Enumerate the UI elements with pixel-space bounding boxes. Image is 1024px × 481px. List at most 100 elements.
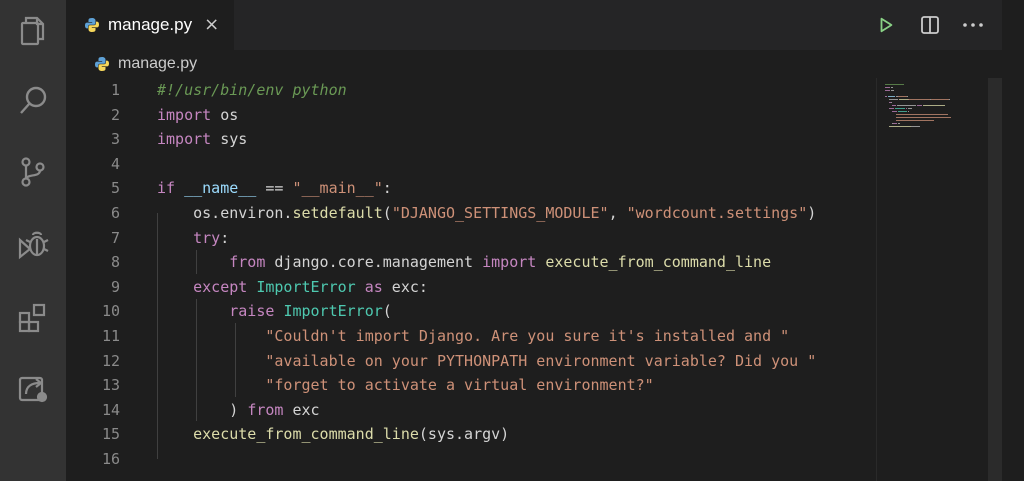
code-line[interactable]: 16 [66, 447, 876, 472]
minimap-token [895, 117, 951, 119]
line-number: 6 [110, 204, 120, 222]
code-text: from django.core.management import execu… [157, 250, 771, 275]
code-token: ) [807, 204, 817, 222]
code-token: ( [382, 204, 392, 222]
code-token: == [256, 179, 293, 198]
code-token: "forget to activate a virtual environmen… [265, 376, 654, 395]
files-icon[interactable] [14, 12, 52, 50]
minimap-token [922, 105, 946, 107]
minimap-token [897, 111, 908, 113]
minimap-token [896, 105, 917, 107]
code-line[interactable]: 14 ) from exc [66, 398, 876, 423]
code-line[interactable]: 4 [66, 152, 876, 177]
debug-icon[interactable] [14, 225, 52, 263]
code-token: "wordcount.settings" [626, 204, 808, 222]
code-token: import [157, 130, 212, 149]
code-line[interactable]: 8 from django.core.management import exe… [66, 250, 876, 275]
breadcrumb-file[interactable]: manage.py [118, 55, 197, 73]
minimap-token [892, 105, 896, 107]
code-token: os.environ. [157, 204, 293, 222]
more-actions-icon[interactable] [959, 11, 987, 39]
code-text: "Couldn't import Django. Are you sure it… [157, 324, 789, 349]
code-token: django.core.management [265, 253, 483, 272]
tab-manage-py[interactable]: manage.py × [66, 0, 234, 50]
code-token: exc: [382, 277, 428, 296]
minimap-token [891, 90, 894, 92]
extensions-icon[interactable] [14, 298, 52, 336]
code-token: as [364, 277, 383, 296]
code-line[interactable]: 11 "Couldn't import Django. Are you sure… [66, 324, 876, 349]
python-file-icon [95, 57, 109, 71]
line-number: 10 [101, 302, 120, 321]
code-token: raise [229, 302, 275, 321]
code-text: ) from exc [157, 398, 319, 423]
code-line[interactable]: 7 try: [66, 226, 876, 251]
code-line[interactable]: 5 if __name__ == "__main__": [66, 176, 876, 201]
code-token: execute_from_command_line [193, 425, 419, 444]
minimap-token [895, 120, 935, 122]
code-token: if [157, 179, 176, 198]
minimap-token [888, 126, 912, 128]
minimap-token [895, 114, 948, 116]
code-text: import os [157, 103, 238, 128]
code-token: from [247, 400, 284, 419]
minimap-token [885, 96, 887, 98]
code-line[interactable]: 10 raise ImportError( [66, 299, 876, 324]
split-editor-icon[interactable] [916, 11, 944, 39]
minimap-token [897, 96, 907, 98]
remote-explorer-icon[interactable] [14, 368, 52, 406]
minimap-token [930, 99, 949, 101]
code-line[interactable]: 9 except ImportError as exc: [66, 275, 876, 300]
line-number: 7 [110, 228, 120, 247]
code-line[interactable]: 2 import os [66, 103, 876, 128]
code-text: execute_from_command_line(sys.argv) [157, 422, 509, 447]
minimap-token [908, 108, 912, 110]
code-line[interactable]: 13 "forget to activate a virtual environ… [66, 373, 876, 398]
code-token: execute_from_command_line [545, 253, 772, 272]
line-number: 4 [110, 154, 120, 173]
minimap-token [905, 108, 908, 110]
code-text: #!/usr/bin/env python [157, 78, 347, 103]
code-line[interactable]: 12 "available on your PYTHONPATH environ… [66, 349, 876, 374]
code-text: os.environ.setdefault("DJANGO_SETTINGS_M… [157, 201, 816, 226]
minimap-token [885, 84, 904, 86]
close-icon[interactable]: × [204, 16, 219, 34]
minimap-token [894, 108, 905, 110]
minimap-token [893, 123, 897, 125]
line-number: 15 [101, 425, 120, 444]
line-number: 16 [101, 450, 120, 468]
minimap-token [911, 126, 921, 128]
code-text: if __name__ == "__main__": [157, 176, 392, 201]
minimap-token [907, 111, 909, 113]
code-token: os [211, 105, 239, 124]
search-icon[interactable] [14, 82, 52, 120]
code-token: ( [382, 302, 392, 321]
code-line[interactable]: 1 #!/usr/bin/env python [66, 78, 876, 103]
minimap[interactable] [876, 78, 989, 481]
minimap-token [897, 123, 901, 125]
source-control-icon[interactable] [14, 153, 52, 191]
code-line[interactable]: 15 execute_from_command_line(sys.argv) [66, 422, 876, 447]
code-line[interactable]: 3 import sys [66, 127, 876, 152]
code-text: import sys [157, 127, 247, 152]
code-token: : [382, 179, 392, 198]
vertical-scrollbar[interactable] [988, 78, 1002, 481]
code-token: "available on your PYTHONPATH environmen… [265, 351, 817, 370]
code-line[interactable]: 6 os.environ.setdefault("DJANGO_SETTINGS… [66, 201, 876, 226]
code-editor[interactable]: 1 #!/usr/bin/env python 2 import os 3 import … [66, 78, 876, 481]
code-token: "Couldn't import Django. Are you sure it… [265, 327, 790, 345]
code-token: ImportError [283, 302, 383, 321]
minimap-token [891, 102, 893, 104]
window-edge [1002, 0, 1024, 481]
activity-bar [0, 0, 66, 481]
line-number: 9 [110, 277, 120, 296]
run-icon[interactable] [872, 11, 900, 39]
